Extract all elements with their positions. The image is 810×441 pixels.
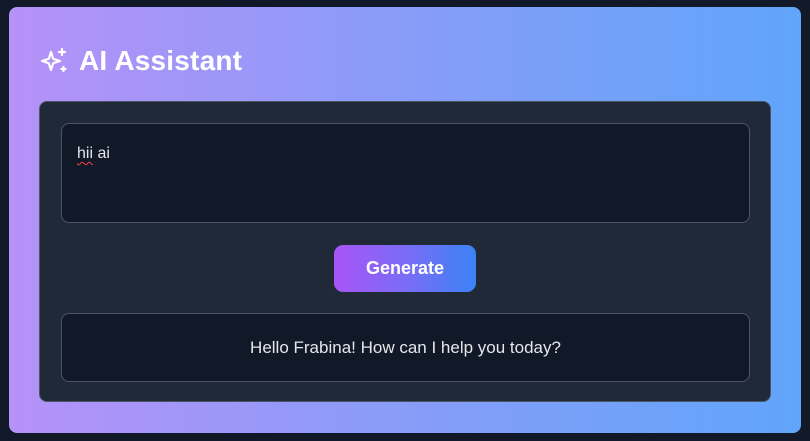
prompt-misspelled-word: hii xyxy=(77,145,94,162)
prompt-textarea[interactable]: hii ai xyxy=(61,123,750,223)
generate-button[interactable]: Generate xyxy=(334,245,476,292)
response-text: Hello Frabina! How can I help you today? xyxy=(250,337,561,357)
page-title: AI Assistant xyxy=(79,45,243,76)
prompt-text: ai xyxy=(93,145,110,162)
response-box: Hello Frabina! How can I help you today? xyxy=(61,313,750,382)
header: AI Assistant xyxy=(39,41,242,81)
assistant-card: AI Assistant hii ai Generate Hello Frabi… xyxy=(9,7,801,433)
assistant-panel: hii ai Generate Hello Frabina! How can I… xyxy=(39,101,771,402)
sparkles-icon xyxy=(39,46,69,76)
